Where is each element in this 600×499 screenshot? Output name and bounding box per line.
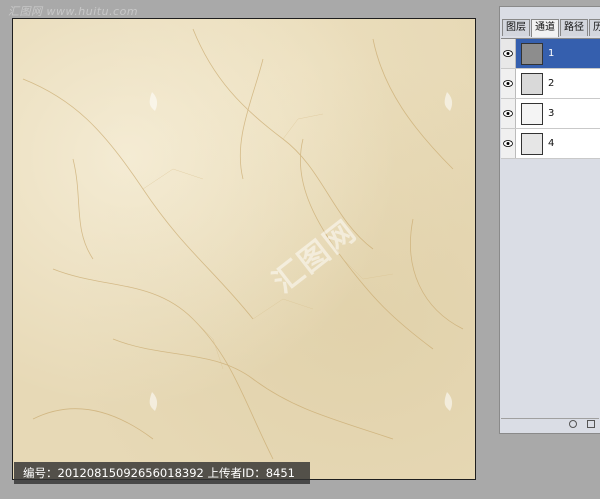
tab-paths[interactable]: 路径 <box>560 19 588 36</box>
image-caption-bar: 编号：20120815092656018392 上传者ID：8451 <box>14 462 310 484</box>
channels-panel: 图层 通道 路径 历 1 2 3 4 <box>499 6 600 434</box>
visibility-eye-icon[interactable] <box>501 69 516 98</box>
visibility-eye-icon[interactable] <box>501 129 516 158</box>
channel-thumbnail <box>521 72 543 95</box>
watermark-flame-icon <box>149 392 158 411</box>
channel-row-2[interactable]: 2 <box>501 69 600 99</box>
watermark-flame-icon <box>149 92 158 111</box>
tab-history[interactable]: 历 <box>589 19 600 36</box>
watermark-flame-icon <box>444 392 453 411</box>
caption-text: 编号：20120815092656018392 上传者ID：8451 <box>23 466 296 480</box>
channel-row-4[interactable]: 4 <box>501 129 600 159</box>
tab-layers[interactable]: 图层 <box>502 19 530 36</box>
channel-label: 1 <box>548 48 555 59</box>
tab-channels[interactable]: 通道 <box>531 19 559 37</box>
panel-footer <box>501 418 599 431</box>
channel-row-3[interactable]: 3 <box>501 99 600 129</box>
channel-thumbnail <box>521 132 543 155</box>
visibility-eye-icon[interactable] <box>501 39 516 68</box>
channel-label: 2 <box>548 78 555 89</box>
panel-tabs: 图层 通道 路径 历 <box>502 19 600 37</box>
marble-texture-image: 汇图网 <box>13 19 475 479</box>
document-canvas[interactable]: 汇图网 <box>12 18 476 480</box>
save-selection-icon[interactable] <box>587 420 595 428</box>
site-watermark: 汇图网 www.huitu.com <box>8 5 139 18</box>
marble-veins <box>22 28 464 460</box>
channel-list: 1 2 3 4 <box>501 38 600 159</box>
channel-label: 4 <box>548 138 555 149</box>
load-selection-icon[interactable] <box>569 420 577 428</box>
visibility-eye-icon[interactable] <box>501 99 516 128</box>
channel-label: 3 <box>548 108 555 119</box>
channel-thumbnail <box>521 42 543 65</box>
channel-thumbnail <box>521 102 543 125</box>
channel-row-1[interactable]: 1 <box>501 39 600 69</box>
watermark-flame-icon <box>444 92 453 111</box>
